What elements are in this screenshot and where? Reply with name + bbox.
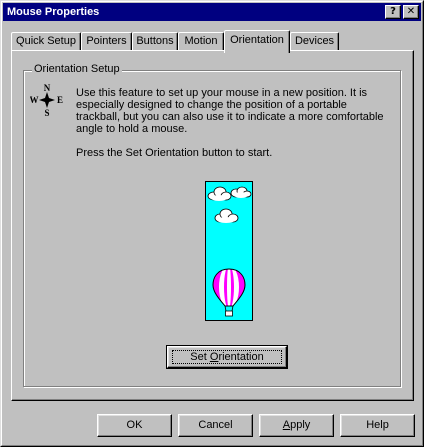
group-title: Orientation Setup <box>32 63 122 75</box>
compass-icon: N S W E <box>30 83 63 117</box>
orientation-description: Use this feature to set up your mouse in… <box>76 87 384 135</box>
tab-quick-setup[interactable]: Quick Setup <box>11 32 81 51</box>
apply-button[interactable]: Apply <box>259 414 334 437</box>
set-orientation-label: Set Orientation <box>190 351 264 363</box>
mouse-properties-window: Mouse Properties ? ✕ Quick Setup Pointer… <box>0 0 424 447</box>
trackball-balloon-illustration <box>205 181 253 321</box>
title-bar[interactable]: Mouse Properties ? ✕ <box>3 3 421 21</box>
compass-n-label: N <box>44 83 51 93</box>
tab-orientation[interactable]: Orientation <box>224 30 290 53</box>
tab-devices[interactable]: Devices <box>290 32 339 51</box>
orientation-tab-panel: Orientation Setup N S W E Use this featu… <box>11 50 414 401</box>
compass-e-label: E <box>57 95 63 105</box>
window-title: Mouse Properties <box>7 6 100 18</box>
tab-motion[interactable]: Motion <box>178 32 224 51</box>
help-title-button[interactable]: ? <box>385 5 401 19</box>
help-button[interactable]: Help <box>340 414 415 437</box>
close-title-button[interactable]: ✕ <box>403 5 419 19</box>
ok-button[interactable]: OK <box>97 414 172 437</box>
compass-s-label: S <box>44 108 49 117</box>
cancel-button[interactable]: Cancel <box>178 414 253 437</box>
set-orientation-button[interactable]: Set Orientation <box>166 345 288 369</box>
tab-pointers[interactable]: Pointers <box>81 32 132 51</box>
orientation-setup-group: Orientation Setup N S W E Use this featu… <box>23 63 401 387</box>
compass-w-label: W <box>30 95 39 105</box>
tab-buttons[interactable]: Buttons <box>132 32 178 51</box>
orientation-instruction: Press the Set Orientation button to star… <box>76 147 273 159</box>
